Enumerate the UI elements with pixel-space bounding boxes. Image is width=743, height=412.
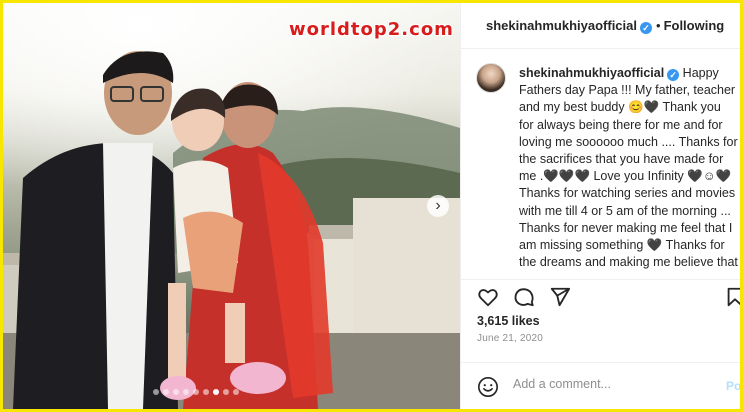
action-bar (461, 279, 740, 309)
caption-username-link[interactable]: shekinahmukhiyaofficial (519, 66, 664, 80)
carousel-dot-active (213, 389, 219, 395)
verified-badge-icon: ✓ (667, 69, 680, 81)
carousel-dot (163, 389, 169, 395)
header-username-link[interactable]: shekinahmukhiyaofficial (486, 18, 637, 33)
carousel-dot (173, 389, 179, 395)
avatar[interactable] (476, 63, 506, 93)
share-icon[interactable] (549, 286, 571, 308)
smiley-icon[interactable] (477, 376, 499, 398)
carousel-dot (153, 389, 159, 395)
carousel-indicator (153, 389, 239, 395)
instagram-post-frame: worldtop2.com › shekinahmukhiyaofficial ✓… (3, 3, 740, 409)
caption-text: Happy Fathers day Papa !!! My father, te… (519, 66, 738, 273)
chevron-right-icon[interactable]: › (427, 195, 449, 217)
carousel-dot (203, 389, 209, 395)
comment-icon[interactable] (513, 286, 535, 308)
post-header: shekinahmukhiyaofficial ✓ • Following (461, 3, 740, 49)
heart-icon[interactable] (477, 286, 499, 308)
post-photo[interactable]: worldtop2.com › (3, 3, 460, 409)
watermark-text: worldtop2.com (289, 19, 454, 40)
caption: shekinahmukhiyaofficial ✓ Happy Fathers d… (519, 65, 738, 273)
carousel-dot (233, 389, 239, 395)
verified-badge-icon: ✓ (640, 22, 652, 34)
carousel-dot (223, 389, 229, 395)
likes-count[interactable]: 3,615 likes (477, 314, 540, 328)
separator-dot: • (656, 18, 661, 33)
carousel-dot (183, 389, 189, 395)
bookmark-icon[interactable] (724, 286, 740, 308)
caption-section: shekinahmukhiyaofficial ✓ Happy Fathers d… (476, 63, 738, 273)
carousel-dot (193, 389, 199, 395)
post-date: June 21, 2020 (477, 333, 543, 344)
following-button[interactable]: Following (664, 18, 725, 33)
post-comment-button[interactable]: Post (726, 379, 740, 393)
comment-input[interactable] (513, 377, 713, 391)
photo-scene (3, 51, 460, 409)
post-info-panel: shekinahmukhiyaofficial ✓ • Following sheki… (460, 3, 740, 409)
comment-bar: Post (461, 362, 740, 409)
